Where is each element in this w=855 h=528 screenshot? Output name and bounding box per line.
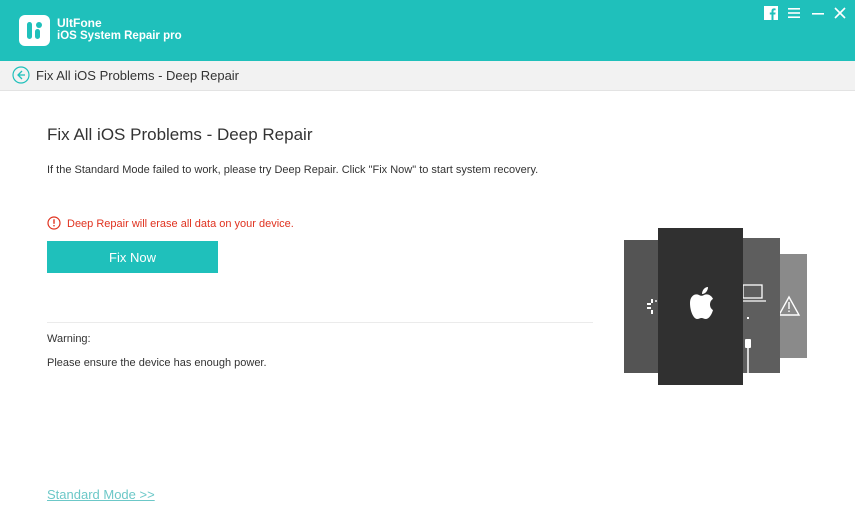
- divider: [47, 322, 593, 323]
- fix-now-button[interactable]: Fix Now: [47, 241, 218, 273]
- close-icon[interactable]: [832, 5, 850, 23]
- facebook-icon[interactable]: [763, 5, 781, 23]
- app-logo-icon: [19, 15, 50, 46]
- minimize-icon[interactable]: [810, 5, 828, 23]
- back-arrow-icon[interactable]: [12, 66, 30, 84]
- page-title: Fix All iOS Problems - Deep Repair: [47, 125, 313, 144]
- menu-icon[interactable]: [786, 5, 804, 23]
- alert-icon: [47, 216, 61, 230]
- app-subtitle: iOS System Repair pro: [57, 30, 182, 42]
- standard-mode-link[interactable]: Standard Mode >>: [47, 487, 155, 502]
- description-text: If the Standard Mode failed to work, ple…: [47, 164, 539, 176]
- warning-text: Please ensure the device has enough powe…: [47, 357, 267, 369]
- data-erase-alert: Deep Repair will erase all data on your …: [67, 218, 294, 230]
- app-name: UltFone: [57, 16, 102, 30]
- warning-label: Warning:: [47, 333, 91, 345]
- device-illustration: [624, 228, 808, 385]
- breadcrumb-title: Fix All iOS Problems - Deep Repair: [36, 68, 240, 83]
